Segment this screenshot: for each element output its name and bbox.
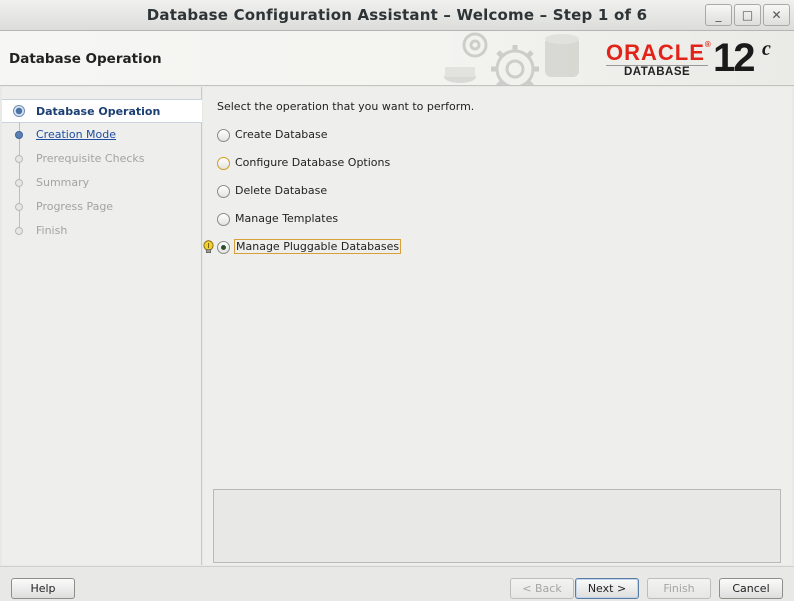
step-dot-icon [15,155,23,163]
nav-step-label: Prerequisite Checks [36,152,145,165]
step-dot-icon [15,203,23,211]
delete-database-radio[interactable] [217,185,230,198]
button-bar: Help < Back Next > Finish Cancel [0,566,794,601]
maximize-button[interactable]: □ [734,4,761,26]
step-dot-icon [15,131,23,139]
minimize-icon: _ [715,8,722,22]
close-window-button[interactable]: ✕ [763,4,790,26]
help-button[interactable]: Help [11,578,75,599]
nav-step-label: Creation Mode [36,128,117,141]
step-dot-icon [15,227,23,235]
back-button[interactable]: < Back [510,578,574,599]
option-label[interactable]: Delete Database [234,184,328,197]
current-step-icon [13,105,25,117]
nav-step-finish: Finish [2,219,202,243]
cancel-button[interactable]: Cancel [719,578,783,599]
option-label[interactable]: Create Database [234,128,329,141]
finish-button[interactable]: Finish [647,578,711,599]
nav-step-label: Finish [36,224,68,237]
oracle-logo: ORACLE® [606,40,712,65]
option-label[interactable]: Configure Database Options [234,156,391,169]
manage-pluggable-databases-radio[interactable] [217,241,230,254]
gears-decoration-icon [444,32,579,85]
create-database-radio[interactable] [217,129,230,142]
page-title: Database Operation [9,51,162,67]
main-content: Select the operation that you want to pe… [203,87,792,565]
maximize-icon: □ [741,8,754,22]
step-dot-icon [15,179,23,187]
close-icon: ✕ [771,8,782,22]
nav-step-creation-mode[interactable]: Creation Mode [2,123,202,147]
configure-database-options-radio[interactable] [217,157,230,170]
nav-step-label: Summary [36,176,90,189]
option-label[interactable]: Manage Templates [234,212,339,225]
header-banner: Database Operation ORACLE® DATABASE 12 c [0,31,794,86]
nav-step-progress-page: Progress Page [2,195,202,219]
operation-prompt: Select the operation that you want to pe… [217,100,475,113]
next-button[interactable]: Next > [575,578,639,599]
details-panel [213,489,781,563]
manage-templates-radio[interactable] [217,213,230,226]
nav-step-summary: Summary [2,171,202,195]
nav-step-prerequisite-checks: Prerequisite Checks [2,147,202,171]
lightbulb-hint-icon[interactable] [203,240,214,255]
steps-navigation: Database Operation Creation Mode Prerequ… [2,87,202,565]
logo-version-suffix: c [762,38,771,60]
logo-database-label: DATABASE [624,66,691,78]
logo-version: 12 [713,36,755,80]
window-title: Database Configuration Assistant – Welco… [146,6,648,24]
nav-step-database-operation[interactable]: Database Operation [2,99,202,123]
nav-step-label: Database Operation [36,105,161,118]
nav-step-label: Progress Page [36,200,114,213]
option-label[interactable]: Manage Pluggable Databases [234,239,402,254]
window-titlebar: Database Configuration Assistant – Welco… [0,0,794,31]
minimize-button[interactable]: _ [705,4,732,26]
